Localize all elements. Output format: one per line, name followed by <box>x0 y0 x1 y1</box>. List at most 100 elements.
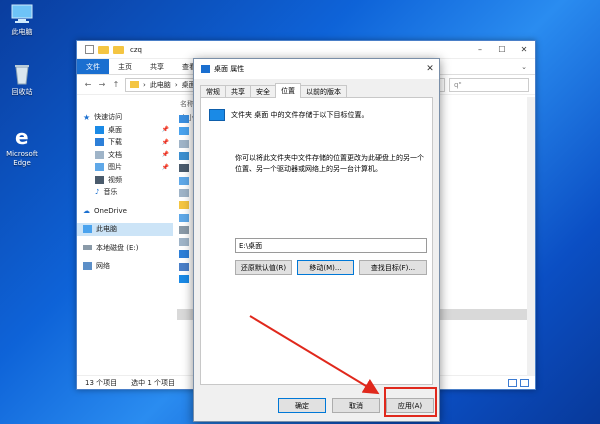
close-icon[interactable]: ✕ <box>421 64 439 74</box>
music-icon <box>179 262 189 271</box>
pin-icon: 📌 <box>161 151 169 159</box>
desktop-folder-icon <box>209 109 225 121</box>
folder-icon <box>113 45 124 54</box>
nav-onedrive[interactable]: ☁ OneDrive <box>77 205 173 218</box>
folder-icon <box>130 81 139 88</box>
location-tab-panel: 文件夹 桌面 中的文件存储于以下目标位置。 你可以将此文件夹中文件存储的位置更改… <box>200 97 433 385</box>
nav-label: 桌面 <box>108 125 122 134</box>
picture-icon <box>95 163 104 172</box>
quick-access-toolbar-icon[interactable] <box>85 45 94 54</box>
video-icon <box>179 164 189 173</box>
desktop-folder-icon <box>201 65 210 73</box>
restore-default-button[interactable]: 还原默认值(R) <box>235 260 292 275</box>
star-icon <box>179 201 189 210</box>
maximize-icon[interactable]: ☐ <box>491 41 513 58</box>
nav-label: 快速访问 <box>94 113 123 122</box>
video-icon <box>95 175 104 184</box>
breadcrumb-item[interactable]: 此电脑 <box>150 80 171 90</box>
nav-label: 视频 <box>108 175 122 184</box>
pin-icon: 📌 <box>161 163 169 171</box>
pin-icon: 📌 <box>161 126 169 134</box>
nav-quick-access[interactable]: ★ 快速访问 <box>77 111 173 124</box>
desktop-icon-recycle-bin[interactable]: 回收站 <box>2 62 42 97</box>
chevron-right-icon: › <box>174 80 178 89</box>
nav-item-desktop[interactable]: 桌面 📌 <box>77 124 173 137</box>
vertical-scrollbar[interactable] <box>527 97 535 375</box>
nav-item-videos[interactable]: 视频 <box>77 174 173 187</box>
folder-icon <box>179 115 189 124</box>
large-icons-view-icon[interactable] <box>520 378 529 387</box>
navigation-pane: ★ 快速访问 桌面 📌 下载 📌 文档 📌 图片 📌 视频 ♪ 音乐 ☁ One… <box>77 97 173 375</box>
nav-item-music[interactable]: ♪ 音乐 <box>77 186 173 199</box>
ribbon-tab-share[interactable]: 共享 <box>141 59 173 74</box>
move-button[interactable]: 移动(M)... <box>297 260 354 275</box>
star-icon: ★ <box>83 113 91 123</box>
nav-label: OneDrive <box>94 206 127 215</box>
nav-item-downloads[interactable]: 下载 📌 <box>77 136 173 149</box>
desktop-folder-icon <box>95 125 104 134</box>
nav-item-documents[interactable]: 文档 📌 <box>77 149 173 162</box>
nav-label: 此电脑 <box>96 225 117 234</box>
close-icon[interactable]: ✕ <box>513 41 535 58</box>
dialog-titlebar: 桌面 属性 ✕ <box>194 59 439 79</box>
forward-arrow-icon[interactable]: → <box>97 80 107 89</box>
cloud-icon <box>179 127 189 136</box>
dialog-tabs: 常规 共享 安全 位置 以前的版本 <box>194 83 439 98</box>
nav-network[interactable]: 网络 <box>77 260 173 273</box>
cancel-button[interactable]: 取消 <box>332 398 380 413</box>
search-icon <box>179 225 189 234</box>
recycle-bin-icon <box>10 62 34 86</box>
explorer-titlebar: czq – ☐ ✕ <box>77 41 535 59</box>
pin-icon: 📌 <box>161 138 169 146</box>
document-icon <box>95 150 104 159</box>
ok-button[interactable]: 确定 <box>278 398 326 413</box>
desktop-icon-label: 回收站 <box>11 88 33 96</box>
nav-label: 音乐 <box>103 188 118 197</box>
desktop-icon-label: Microsoft Edge <box>6 150 38 167</box>
dialog-title: 桌面 属性 <box>214 65 245 73</box>
file-icon-column <box>179 113 193 285</box>
download-icon <box>179 250 189 259</box>
chevron-down-icon[interactable]: ⌄ <box>521 63 527 71</box>
nav-label: 下载 <box>108 138 122 147</box>
desktop-folder-icon <box>179 275 189 283</box>
annotation-highlight-box <box>384 387 437 417</box>
nav-local-disk[interactable]: 本地磁盘 (E:) <box>77 242 173 255</box>
window-title: czq <box>130 45 142 54</box>
nav-this-pc[interactable]: 此电脑 <box>77 223 173 236</box>
desktop-icon-label: 此电脑 <box>11 28 33 36</box>
back-arrow-icon[interactable]: ← <box>83 80 93 89</box>
document-icon <box>179 188 189 197</box>
music-icon: ♪ <box>95 188 100 197</box>
tab-location[interactable]: 位置 <box>275 83 301 98</box>
nav-label: 本地磁盘 (E:) <box>96 243 139 252</box>
chevron-right-icon: › <box>143 80 146 89</box>
minimize-icon[interactable]: – <box>469 41 491 58</box>
up-arrow-icon[interactable]: ↑ <box>111 80 121 89</box>
ribbon-tab-home[interactable]: 主页 <box>109 59 141 74</box>
folder-icon <box>98 45 109 54</box>
edge-icon: e <box>10 124 34 149</box>
nav-item-pictures[interactable]: 图片 📌 <box>77 161 173 174</box>
nav-label: 网络 <box>96 262 110 271</box>
desktop-icon-edge[interactable]: e Microsoft Edge <box>2 124 42 168</box>
ribbon-tab-file[interactable]: 文件 <box>77 59 109 74</box>
computer-icon <box>83 225 92 234</box>
3d-objects-icon <box>179 152 189 161</box>
svg-text:e: e <box>15 125 29 148</box>
find-target-button[interactable]: 查找目标(F)... <box>359 260 427 275</box>
item-count: 13 个项目 <box>85 378 118 387</box>
drive-icon <box>83 245 92 251</box>
download-icon <box>95 138 104 147</box>
picture-icon <box>179 176 189 185</box>
properties-dialog: 桌面 属性 ✕ 常规 共享 安全 位置 以前的版本 文件夹 桌面 中的文件存储于… <box>193 58 440 422</box>
location-heading: 文件夹 桌面 中的文件存储于以下目标位置。 <box>231 111 369 119</box>
nav-label: 文档 <box>108 150 122 159</box>
desktop-icon-this-pc[interactable]: 此电脑 <box>2 2 42 37</box>
nav-label: 图片 <box>108 163 122 172</box>
search-input[interactable]: q" <box>449 77 529 92</box>
details-view-icon[interactable] <box>508 378 517 387</box>
target-path-input[interactable]: E:\桌面 <box>235 238 427 253</box>
document-icon <box>179 139 189 148</box>
selected-count: 选中 1 个项目 <box>131 378 176 387</box>
